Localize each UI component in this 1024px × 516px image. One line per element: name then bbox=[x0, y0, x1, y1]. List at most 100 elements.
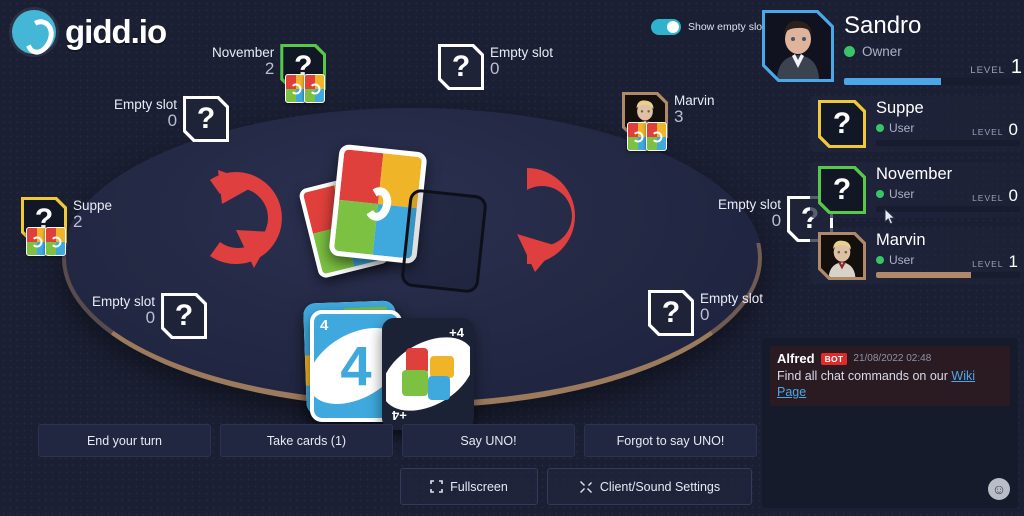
player-level: LEVEL 1 bbox=[972, 252, 1018, 272]
avatar[interactable] bbox=[818, 232, 866, 280]
host-player-card[interactable]: Sandro Owner LEVEL 1 bbox=[762, 8, 1024, 90]
player-list-item[interactable]: ? Suppe User LEVEL 0 bbox=[810, 96, 1024, 152]
wild-square-yellow bbox=[430, 356, 454, 378]
avatar-content: ? bbox=[186, 99, 227, 139]
action-button-row: End your turn Take cards (1) Say UNO! Forgo… bbox=[38, 424, 757, 457]
slot-card-count: 2 bbox=[73, 212, 83, 232]
slot-avatar[interactable]: ? bbox=[648, 290, 694, 336]
avatar-content: ? bbox=[651, 293, 691, 333]
player-list-item[interactable]: ? November User LEVEL 0 bbox=[810, 162, 1024, 218]
slot-hand-cards bbox=[26, 227, 66, 256]
slot-card-count: 0 bbox=[771, 211, 782, 231]
avatar[interactable] bbox=[762, 10, 834, 82]
level-label: LEVEL bbox=[972, 193, 1004, 203]
direction-arrow-left-icon bbox=[196, 160, 291, 275]
end-turn-button[interactable]: End your turn bbox=[38, 424, 211, 457]
slot-name: Suppe bbox=[73, 198, 113, 213]
client-sound-settings-button[interactable]: Client/Sound Settings bbox=[547, 468, 752, 505]
client-sound-settings-label: Client/Sound Settings bbox=[599, 479, 721, 494]
slot-name: Empty slot bbox=[700, 291, 764, 306]
online-status-icon bbox=[876, 190, 884, 198]
online-status-icon bbox=[876, 256, 884, 264]
show-empty-slots-toggle[interactable]: Show empty slots bbox=[643, 12, 770, 42]
slot-name: Empty slot bbox=[114, 97, 178, 112]
player-level: LEVEL 0 bbox=[972, 120, 1018, 140]
slot-avatar[interactable]: ? bbox=[280, 44, 327, 103]
host-role: Owner bbox=[862, 44, 902, 59]
fullscreen-label: Fullscreen bbox=[450, 479, 508, 494]
slot-avatar[interactable]: ? bbox=[438, 44, 484, 90]
slot-card-count: 0 bbox=[145, 308, 156, 328]
host-level: LEVEL 1 bbox=[970, 56, 1022, 79]
slot-avatar[interactable]: ? bbox=[183, 96, 230, 142]
level-label: LEVEL bbox=[970, 65, 1005, 76]
secondary-button-row: Fullscreen Client/Sound Settings bbox=[400, 468, 752, 505]
mini-card-back bbox=[627, 122, 648, 151]
player-level: LEVEL 0 bbox=[972, 186, 1018, 206]
avatar-content: ? bbox=[164, 296, 205, 336]
say-uno-button[interactable]: Say UNO! bbox=[402, 424, 575, 457]
player-list-item[interactable]: Marvin User LEVEL 1 bbox=[810, 228, 1024, 284]
player-slot[interactable]: ? Suppe 2 bbox=[21, 197, 112, 256]
slot-label: Empty slot 0 bbox=[490, 44, 553, 78]
chat-message: Alfred BOT 21/08/2022 02:48 Find all cha… bbox=[770, 346, 1010, 406]
online-status-icon bbox=[844, 46, 855, 57]
player-role-row: User bbox=[876, 253, 914, 267]
chat-panel[interactable]: Alfred BOT 21/08/2022 02:48 Find all cha… bbox=[762, 338, 1018, 508]
host-role-row: Owner bbox=[844, 44, 902, 59]
host-xp-fill bbox=[844, 78, 941, 85]
player-role: User bbox=[889, 253, 915, 267]
question-mark-icon: ? bbox=[832, 173, 852, 206]
player-slot[interactable]: Marvin 3 bbox=[622, 92, 715, 151]
avatar-content: ? bbox=[821, 103, 863, 145]
question-mark-icon: ? bbox=[832, 107, 852, 140]
slot-avatar[interactable] bbox=[622, 92, 668, 151]
player-role: User bbox=[889, 187, 915, 201]
slot-label: Suppe 2 bbox=[73, 197, 112, 231]
avatar-content: ? bbox=[441, 47, 481, 87]
chat-text-body: Find all chat commands on our bbox=[777, 369, 952, 383]
empty-slot[interactable]: ? Empty slot 0 bbox=[648, 290, 763, 336]
hand-card-wild-draw-four[interactable]: +4 +4 bbox=[382, 318, 474, 430]
portrait-avatar-icon bbox=[765, 13, 831, 79]
level-label: LEVEL bbox=[972, 259, 1004, 269]
brand-logo[interactable]: gidd.io bbox=[12, 10, 167, 54]
card-number-value: 4 bbox=[340, 334, 372, 398]
player-xp-bar bbox=[876, 140, 1020, 146]
player-hand[interactable]: 4 4 4 +4 +4 bbox=[300, 300, 500, 430]
empty-slot[interactable]: ? Empty slot 0 bbox=[92, 293, 208, 339]
slot-card-count: 0 bbox=[700, 305, 710, 325]
empty-slot[interactable]: ? Empty slot 0 bbox=[114, 96, 230, 142]
player-role-row: User bbox=[876, 187, 914, 201]
empty-slot[interactable]: ? Empty slot 0 bbox=[438, 44, 553, 90]
level-label: LEVEL bbox=[972, 127, 1004, 137]
chat-message-text: Find all chat commands on our Wiki Page bbox=[777, 368, 1003, 401]
toggle-label: Show empty slots bbox=[688, 21, 771, 33]
draw-pile[interactable] bbox=[297, 143, 428, 280]
wild-square-blue bbox=[428, 376, 450, 400]
avatar[interactable]: ? bbox=[818, 166, 866, 214]
slot-name: Empty slot bbox=[92, 294, 156, 309]
player-xp-bar bbox=[876, 272, 1020, 278]
mini-card-back bbox=[285, 74, 307, 103]
avatar-content: ? bbox=[821, 169, 863, 211]
player-name: Suppe bbox=[876, 99, 924, 117]
chat-message-header: Alfred BOT 21/08/2022 02:48 bbox=[777, 351, 1003, 366]
card-corner-top: +4 bbox=[449, 325, 464, 340]
card-corner-top: 4 bbox=[320, 317, 329, 334]
take-cards-button[interactable]: Take cards (1) bbox=[220, 424, 393, 457]
fullscreen-button[interactable]: Fullscreen bbox=[400, 468, 538, 505]
slot-card-count: 0 bbox=[490, 59, 500, 79]
discard-pile-placeholder[interactable] bbox=[400, 188, 488, 294]
slot-avatar[interactable]: ? bbox=[21, 197, 67, 256]
forgot-uno-button[interactable]: Forgot to say UNO! bbox=[584, 424, 757, 457]
avatar[interactable]: ? bbox=[818, 100, 866, 148]
wrench-icon bbox=[579, 480, 593, 494]
slot-avatar[interactable]: ? bbox=[161, 293, 208, 339]
slot-name: Empty slot bbox=[718, 197, 782, 212]
player-list: ? Suppe User LEVEL 0? November User LEVEL 0 Marvi… bbox=[810, 96, 1024, 294]
player-slot[interactable]: ? November 2 bbox=[212, 44, 327, 103]
toggle-switch-icon[interactable] bbox=[651, 19, 681, 35]
game-root: gidd.io ? November 2? Empty slot 0 Marvin 3? Em… bbox=[0, 0, 1024, 516]
smiley-icon[interactable]: ☺ bbox=[988, 478, 1010, 500]
